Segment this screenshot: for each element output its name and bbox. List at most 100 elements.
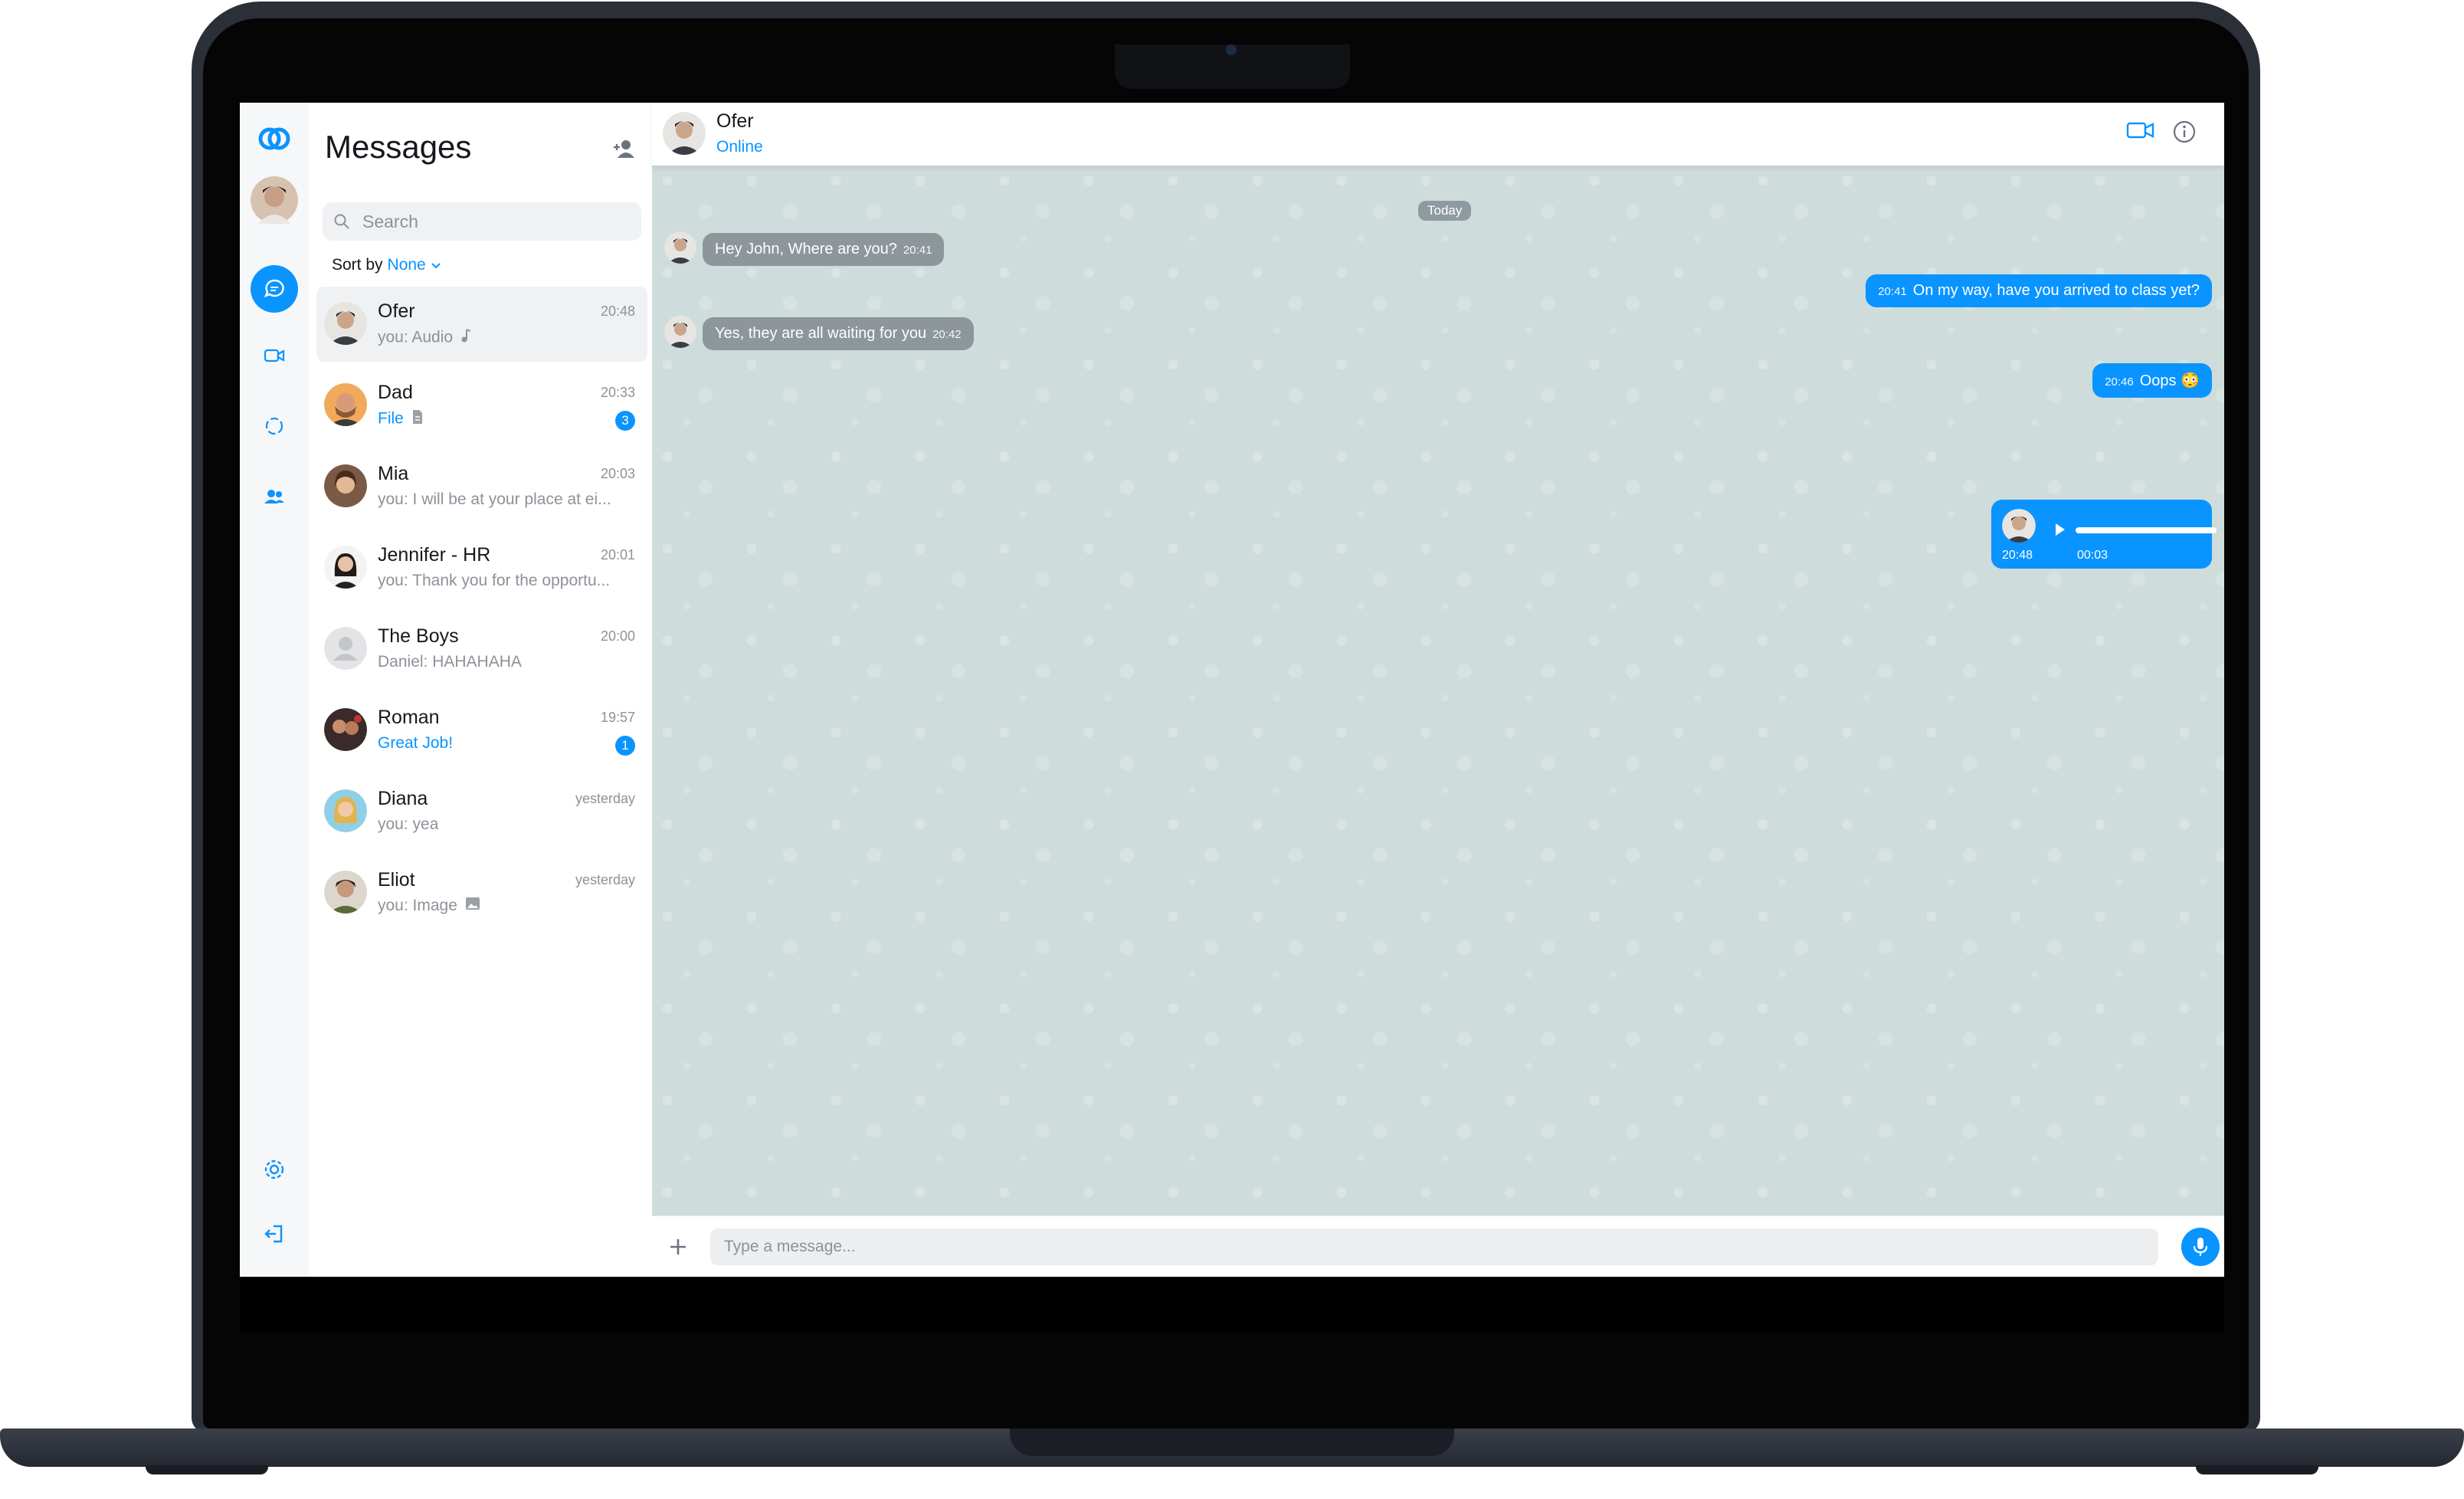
screen-bottom-bezel	[240, 1277, 2224, 1332]
conversation-preview: Great Job!	[378, 734, 454, 752]
conversation-row[interactable]: Mia 20:03 you: I will be at your place a…	[316, 449, 647, 524]
conversation-row[interactable]: Ofer 20:48 you: Audio	[316, 287, 647, 362]
conversation-row[interactable]: The Boys 20:00 Daniel: HAHAHAHA	[316, 612, 647, 687]
settings-icon	[264, 1160, 284, 1179]
avatar	[324, 546, 367, 589]
day-divider: Today	[1418, 201, 1472, 221]
conversation-time: yesterday	[575, 791, 635, 806]
unread-badge: 1	[615, 736, 635, 756]
outgoing-message: 20:41 On my way, have you arrived to clas…	[1866, 274, 2212, 307]
sort-control[interactable]: Sort by None	[332, 256, 441, 274]
incoming-message: Yes, they are all waiting for you 20:42	[703, 317, 974, 350]
audio-progress-track[interactable]	[2076, 527, 2217, 533]
play-icon	[2056, 523, 2065, 536]
conversation-name: The Boys	[378, 625, 459, 647]
chevron-down-icon	[431, 263, 441, 269]
message-input[interactable]	[710, 1228, 2158, 1265]
laptop-foot-left	[146, 1465, 268, 1474]
conversation-time: 20:48	[600, 303, 635, 319]
group-avatar	[324, 627, 367, 670]
video-icon	[2126, 122, 2154, 139]
message-time: 20:42	[932, 328, 962, 341]
laptop-base-notch	[1010, 1428, 1454, 1456]
plus-icon	[670, 1239, 686, 1255]
conversation-row[interactable]: Jennifer - HR 20:01 you: Thank you for t…	[316, 530, 647, 605]
attach-button[interactable]	[663, 1232, 693, 1262]
status-icon	[265, 417, 283, 435]
nav-status-button[interactable]	[240, 403, 309, 449]
conversation-row[interactable]: Dad 20:33 File 3	[316, 368, 647, 443]
conversation-name: Ofer	[378, 300, 415, 322]
message-composer	[652, 1215, 2224, 1277]
nav-video-button[interactable]	[240, 333, 309, 379]
search-icon	[333, 213, 361, 230]
conversation-row[interactable]: Eliot yesterday you: Image	[316, 855, 647, 930]
user-avatar[interactable]	[240, 173, 309, 227]
conversation-preview: Daniel: HAHAHAHA	[378, 653, 522, 671]
conversation-time: 20:00	[600, 628, 635, 644]
avatar	[324, 302, 367, 345]
audio-message: 20:48 00:03	[1991, 500, 2217, 569]
nav-chats-button[interactable]	[240, 262, 309, 316]
conversation-list-panel: Messages Sort by None Ofer 20:48 you: Aud…	[309, 103, 653, 1277]
nav-rail	[240, 103, 310, 1277]
chats-icon	[251, 265, 298, 313]
avatar	[324, 871, 367, 914]
conversation-name: Mia	[378, 463, 409, 484]
message-time: 20:41	[903, 244, 932, 257]
message-area[interactable]: Today Hey John, Where are you? 20:41 20:4…	[652, 166, 2224, 1215]
contact-avatar[interactable]	[663, 112, 706, 155]
music-note-icon	[460, 328, 471, 348]
image-icon	[465, 897, 480, 915]
conversation-row[interactable]: Roman 19:57 Great Job! 1	[316, 693, 647, 768]
add-contact-button[interactable]	[611, 136, 641, 167]
video-icon	[264, 349, 285, 362]
nav-contacts-button[interactable]	[240, 474, 309, 520]
nav-settings-button[interactable]	[240, 1146, 309, 1192]
outgoing-message: 20:46 Oops 😳	[2092, 363, 2212, 398]
audio-duration: 00:03	[2077, 549, 2108, 562]
voice-record-button[interactable]	[2181, 1228, 2220, 1266]
nav-logout-button[interactable]	[240, 1211, 309, 1257]
info-button[interactable]	[2172, 120, 2200, 147]
app-screen: Messages Sort by None Ofer 20:48 you: Aud…	[240, 103, 2224, 1277]
conversation-name: Eliot	[378, 869, 415, 891]
play-button[interactable]	[2054, 523, 2066, 540]
add-contact-icon	[614, 140, 634, 158]
sender-avatar	[664, 231, 696, 264]
conversation-preview: you: Audio	[378, 328, 471, 348]
conversation-name: Jennifer - HR	[378, 544, 491, 566]
laptop-foot-right	[2196, 1465, 2318, 1474]
message-time: 20:46	[2105, 376, 2134, 389]
avatar	[324, 789, 367, 832]
conversation-preview: you: yea	[378, 815, 439, 833]
sender-avatar	[2002, 509, 2036, 543]
search-input[interactable]	[361, 210, 624, 233]
video-call-button[interactable]	[2126, 120, 2157, 147]
conversation-time: 19:57	[600, 710, 635, 725]
conversation-preview: you: Image	[378, 897, 480, 915]
info-icon	[2173, 120, 2196, 143]
conversation-name: Dad	[378, 382, 413, 403]
conversation-preview: File	[378, 409, 424, 429]
conversation-time: 20:03	[600, 466, 635, 481]
page-title: Messages	[325, 129, 472, 165]
sender-avatar	[664, 316, 696, 348]
search-box[interactable]	[323, 202, 641, 241]
contacts-icon	[264, 490, 284, 503]
contact-status: Online	[716, 138, 763, 156]
sort-value[interactable]: None	[388, 256, 426, 274]
message-time: 20:48	[2002, 549, 2033, 562]
avatar	[324, 464, 367, 507]
conversation-preview: you: I will be at your place at ei...	[378, 490, 611, 508]
conversation-preview: you: Thank you for the opportu...	[378, 572, 611, 589]
incoming-message: Hey John, Where are you? 20:41	[703, 233, 945, 266]
conversation-name: Diana	[378, 788, 428, 809]
camera-icon	[1226, 44, 1237, 55]
chat-panel: Ofer Online Today Hey John, Where are yo…	[652, 103, 2224, 1277]
logout-icon	[264, 1225, 283, 1243]
avatar	[324, 383, 367, 426]
conversation-time: 20:33	[600, 385, 635, 400]
conversation-row[interactable]: Diana yesterday you: yea	[316, 774, 647, 849]
conversation-time: yesterday	[575, 872, 635, 887]
